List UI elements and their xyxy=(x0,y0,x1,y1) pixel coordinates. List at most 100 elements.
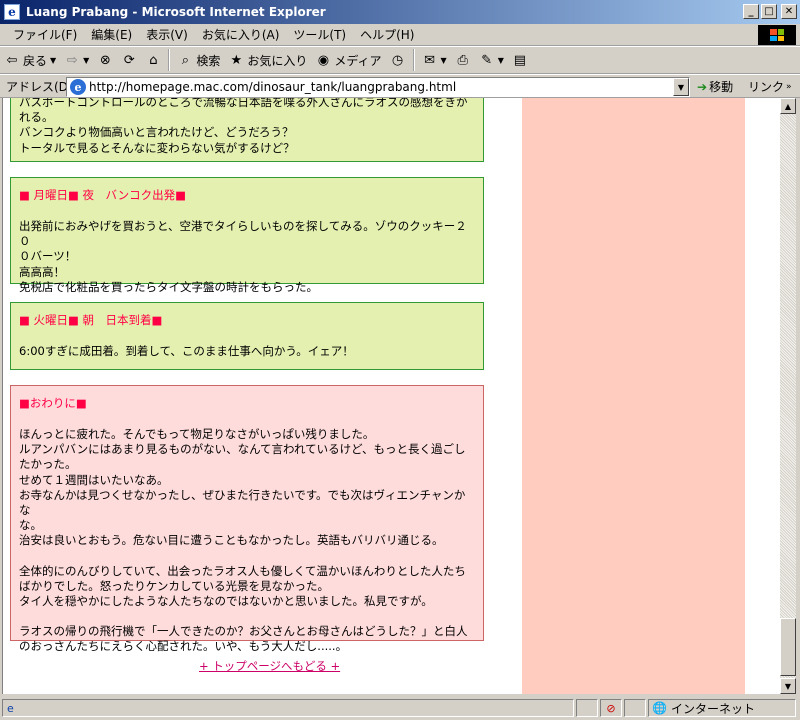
favorites-button[interactable]: ★ お気に入り xyxy=(224,48,311,72)
links-label: リンク xyxy=(748,80,785,94)
diary-box-ending: ■おわりに■ ほんっとに疲れた。そんでもって物足りなさがいっぱい残りました。 ル… xyxy=(10,385,484,653)
side-column xyxy=(522,98,745,694)
menu-tools[interactable]: ツール(T) xyxy=(286,26,353,43)
stop-icon: ⊗ xyxy=(99,52,111,68)
diary-line: たかった。 xyxy=(19,457,77,472)
menu-file[interactable]: ファイル(F) xyxy=(6,26,84,43)
diary-heading: ■ 月曜日■ 夜 バンコク出発■ xyxy=(19,188,186,202)
menu-edit[interactable]: 編集(E) xyxy=(84,26,139,43)
menu-favorites[interactable]: お気に入り(A) xyxy=(195,26,287,43)
status-text-pane: e xyxy=(2,699,574,717)
diary-line: パスポートコントロールのところで流暢な日本語を喋る外人さんにラオスの感想をきか xyxy=(19,98,468,109)
mail-dropdown-icon[interactable]: ▼ xyxy=(441,56,447,65)
globe-icon: 🌐 xyxy=(652,701,667,715)
diary-line: せめて１週間はいたいなあ。 xyxy=(19,472,169,487)
discuss-button[interactable]: ▤ xyxy=(508,48,532,72)
links-button[interactable]: リンク » xyxy=(748,78,792,95)
diary-line: 出発前におみやげを買おうと、空港でタイらしいものを探してみる。ゾウのクッキー２０ xyxy=(19,219,467,249)
menu-view[interactable]: 表示(V) xyxy=(139,26,195,43)
diary-heading: ■ 火曜日■ 朝 日本到着■ xyxy=(19,313,163,327)
menu-help[interactable]: ヘルプ(H) xyxy=(353,26,421,43)
mail-icon: ✉ xyxy=(424,52,435,68)
status-pane xyxy=(576,699,598,717)
security-icon: ⊘ xyxy=(606,701,616,715)
home-icon: ⌂ xyxy=(149,52,158,68)
home-button[interactable]: ⌂ xyxy=(141,48,165,72)
page-status-icon: e xyxy=(7,701,14,715)
go-arrow-icon: ➔ xyxy=(697,79,708,94)
history-button[interactable]: ◷ xyxy=(386,48,410,72)
zone-label: インターネット xyxy=(670,701,755,716)
toolbar-separator xyxy=(168,49,171,71)
media-button[interactable]: ◉ メディア xyxy=(311,48,385,72)
minimize-button[interactable]: _ xyxy=(743,4,759,19)
print-icon: ⎙ xyxy=(457,52,468,68)
media-label: メディア xyxy=(334,53,382,68)
diary-line: お寺なんかは見つくせなかったし、ぜひまた行きたいです。でも次はヴィエンチャンかな xyxy=(19,487,466,518)
scroll-down-button[interactable]: ▼ xyxy=(780,678,796,694)
page-icon: e xyxy=(70,79,86,95)
refresh-icon: ⟳ xyxy=(123,52,135,68)
address-label: アドレス(D) xyxy=(6,79,73,94)
diary-line: トータルで見るとそんなに変わらない気がするけど？ xyxy=(19,140,295,155)
windows-logo-icon xyxy=(758,25,796,45)
diary-line: 免税店で化粧品を買ったらタイ文字盤の時計をもらった。 xyxy=(19,279,318,294)
discuss-icon: ▤ xyxy=(513,52,526,68)
status-bar: e ⊘ 🌐 インターネット xyxy=(0,696,800,720)
window-title: Luang Prabang - Microsoft Internet Explo… xyxy=(26,5,326,19)
security-pane: ⊘ xyxy=(600,699,622,717)
diary-line: ほんっとに疲れた。そんでもって物足りなさがいっぱい残りました。 xyxy=(19,427,375,441)
diary-box-passport: パスポートコントロールのところで流暢な日本語を喋る外人さんにラオスの感想をきか … xyxy=(10,98,484,162)
forward-button[interactable]: ⇨ ▼ xyxy=(60,48,93,72)
history-icon: ◷ xyxy=(391,52,404,68)
diary-line: ラオスの帰りの飛行機で「一人できたのか？お父さんとお母さんはどうした？」と白人 xyxy=(19,624,468,639)
search-button[interactable]: ⌕ 検索 xyxy=(173,48,224,72)
status-pane xyxy=(624,699,646,717)
back-dropdown-icon[interactable]: ▼ xyxy=(50,56,56,65)
diary-box-tuesday: ■ 火曜日■ 朝 日本到着■ 6:00すぎに成田着。到着して、このまま仕事へ向か… xyxy=(10,302,484,370)
media-icon: ◉ xyxy=(317,52,330,68)
edit-icon: ✎ xyxy=(481,52,493,68)
back-label: 戻る xyxy=(23,53,48,68)
diary-box-monday: ■ 月曜日■ 夜 バンコク出発■ 出発前におみやげを買おうと、空港でタイらしいも… xyxy=(10,177,484,294)
toolbar-separator xyxy=(412,49,415,71)
menu-bar: ファイル(F) 編集(E) 表示(V) お気に入り(A) ツール(T) ヘルプ(… xyxy=(0,24,800,46)
close-button[interactable]: ✕ xyxy=(781,4,797,19)
address-bar: アドレス(D) e http://homepage.mac.com/dinosa… xyxy=(0,74,800,98)
mail-button[interactable]: ✉ ▼ xyxy=(418,48,451,72)
refresh-button[interactable]: ⟳ xyxy=(117,48,141,72)
maximize-button[interactable]: □ xyxy=(761,4,777,19)
diary-line: ルアンパバンにはあまり見るものがない、なんて言われているけど、もっと長く過ごし xyxy=(19,442,466,457)
title-bar: e Luang Prabang - Microsoft Internet Exp… xyxy=(0,0,800,24)
address-url[interactable]: http://homepage.mac.com/dinosaur_tank/lu… xyxy=(89,80,456,94)
diary-line: ばかりでした。怒ったりケンカしている光景を見なかった。 xyxy=(19,578,330,593)
diary-line: 高高高！ xyxy=(19,264,65,279)
print-button[interactable]: ⎙ xyxy=(451,48,475,72)
back-arrow-icon: ⇦ xyxy=(6,52,18,68)
forward-dropdown-icon[interactable]: ▼ xyxy=(83,56,89,65)
search-icon: ⌕ xyxy=(181,52,189,68)
go-label: 移動 xyxy=(709,80,734,94)
stop-button[interactable]: ⊗ xyxy=(93,48,117,72)
diary-line: 全体的にのんびりしていて、出会ったラオス人も優しくて温かいほんわりとした人たち xyxy=(19,563,466,578)
favorites-label: お気に入り xyxy=(247,53,308,68)
ie-icon[interactable]: e xyxy=(4,4,20,20)
diary-line: 6:00すぎに成田着。到着して、このまま仕事へ向かう。イェア！ xyxy=(19,344,354,358)
standard-toolbar: ⇦ 戻る ▼ ⇨ ▼ ⊗ ⟳ ⌂ ⌕ 検索 ★ お気に入り ◉ メディア ◷ ✉… xyxy=(0,46,800,74)
page-viewport[interactable]: パスポートコントロールのところで流暢な日本語を喋る外人さんにラオスの感想をきか … xyxy=(2,98,780,694)
address-dropdown-button[interactable]: ▼ xyxy=(673,78,689,96)
diary-line: タイ人を穏やかにしたような人たちなのではないかと思いました。私見ですが。 xyxy=(19,594,433,609)
back-button[interactable]: ⇦ 戻る ▼ xyxy=(0,48,60,72)
favorites-icon: ★ xyxy=(230,52,243,68)
diary-heading: ■おわりに■ xyxy=(19,396,87,410)
top-page-link[interactable]: + トップページへもどる + xyxy=(199,658,340,674)
scroll-thumb[interactable] xyxy=(780,618,796,676)
vertical-scrollbar[interactable]: ▲ ▼ xyxy=(780,98,796,694)
edit-button[interactable]: ✎ ▼ xyxy=(475,48,508,72)
go-button[interactable]: ➔ 移動 xyxy=(697,78,733,95)
address-input[interactable]: e http://homepage.mac.com/dinosaur_tank/… xyxy=(66,77,690,97)
scroll-up-button[interactable]: ▲ xyxy=(780,98,796,114)
edit-dropdown-icon[interactable]: ▼ xyxy=(498,56,504,65)
